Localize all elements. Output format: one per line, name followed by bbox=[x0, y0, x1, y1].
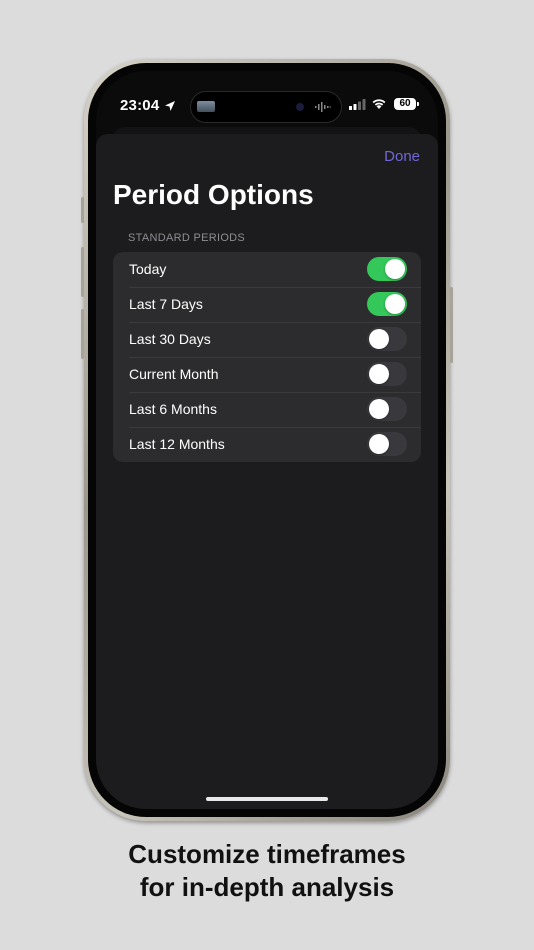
dynamic-island bbox=[190, 91, 342, 123]
camera-dot bbox=[296, 103, 304, 111]
volume-down-button bbox=[81, 309, 84, 359]
audio-waveform-icon bbox=[315, 102, 331, 112]
battery-tip bbox=[417, 102, 419, 106]
phone-screen: 23:04 60 Done Period Options STANDARD PE… bbox=[96, 71, 438, 809]
marketing-caption: Customize timeframes for in-depth analys… bbox=[0, 838, 534, 904]
period-label: Current Month bbox=[129, 366, 219, 382]
list-item: Last 12 Months bbox=[113, 427, 421, 462]
toggle-knob bbox=[369, 434, 389, 454]
toggle-knob bbox=[385, 259, 405, 279]
period-label: Last 30 Days bbox=[129, 331, 211, 347]
period-list: Today Last 7 Days Last 30 Days Current M… bbox=[113, 252, 421, 462]
period-toggle[interactable] bbox=[367, 257, 407, 281]
caption-line-1: Customize timeframes bbox=[128, 839, 406, 869]
period-label: Last 6 Months bbox=[129, 401, 217, 417]
period-options-sheet: Done Period Options STANDARD PERIODS Tod… bbox=[96, 134, 438, 809]
list-item: Last 6 Months bbox=[113, 392, 421, 427]
period-label: Last 12 Months bbox=[129, 436, 225, 452]
list-item: Today bbox=[113, 252, 421, 287]
list-item: Last 7 Days bbox=[113, 287, 421, 322]
toggle-knob bbox=[385, 294, 405, 314]
action-button bbox=[81, 197, 84, 223]
list-item: Current Month bbox=[113, 357, 421, 392]
section-header: STANDARD PERIODS bbox=[128, 232, 246, 244]
period-toggle[interactable] bbox=[367, 292, 407, 316]
toggle-knob bbox=[369, 399, 389, 419]
live-activity-thumbnail bbox=[197, 101, 215, 112]
power-button bbox=[450, 287, 453, 363]
status-time: 23:04 bbox=[120, 97, 160, 114]
list-item: Last 30 Days bbox=[113, 322, 421, 357]
period-toggle[interactable] bbox=[367, 432, 407, 456]
wifi-icon bbox=[372, 99, 386, 109]
volume-up-button bbox=[81, 247, 84, 297]
home-indicator[interactable] bbox=[206, 797, 328, 801]
caption-line-2: for in-depth analysis bbox=[139, 872, 395, 902]
page-title: Period Options bbox=[113, 179, 314, 210]
done-button[interactable]: Done bbox=[384, 148, 420, 165]
period-toggle[interactable] bbox=[367, 327, 407, 351]
period-toggle[interactable] bbox=[367, 397, 407, 421]
signal-icon bbox=[349, 99, 366, 110]
phone-frame: 23:04 60 Done Period Options STANDARD PE… bbox=[81, 59, 453, 821]
period-toggle[interactable] bbox=[367, 362, 407, 386]
battery-icon: 60 bbox=[394, 98, 416, 110]
toggle-knob bbox=[369, 329, 389, 349]
location-arrow-icon bbox=[165, 101, 175, 111]
period-label: Last 7 Days bbox=[129, 296, 203, 312]
period-label: Today bbox=[129, 261, 167, 277]
toggle-knob bbox=[369, 364, 389, 384]
